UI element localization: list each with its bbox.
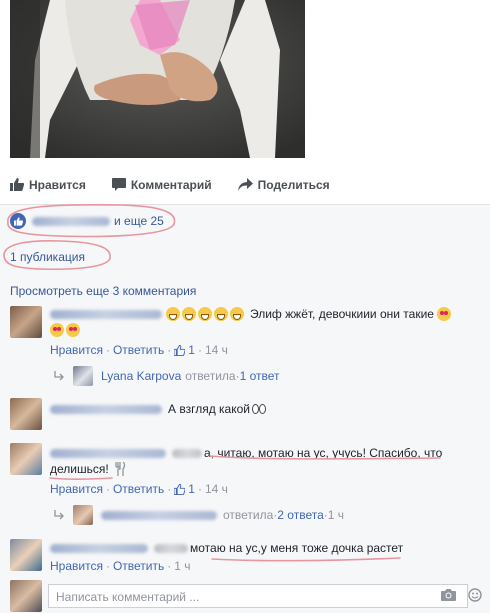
post-action-bar: Нравится Комментарий Поделиться <box>0 165 490 205</box>
commenter-avatar[interactable] <box>10 443 42 475</box>
like-reaction-icon <box>10 213 26 229</box>
post-photo[interactable] <box>10 0 305 158</box>
comment-like-count[interactable]: 1 <box>188 482 195 496</box>
grinning-emoji-icon <box>198 307 212 321</box>
comment-text: мотаю на ус,у меня тоже дочка растет <box>50 541 403 555</box>
comment-text: Элиф жжёт, девочкиии они такие <box>50 307 453 321</box>
comment-reply-link[interactable]: Ответить <box>113 559 164 573</box>
blurred-name <box>50 448 166 458</box>
shares-count-link[interactable]: 1 публикация <box>10 250 85 264</box>
comment-time: 14 ч <box>204 343 228 357</box>
comment-button[interactable]: Комментарий <box>111 177 212 192</box>
grinning-emoji-icon <box>182 307 196 321</box>
view-more-comments-link[interactable]: Просмотреть еще 3 комментария <box>10 284 196 298</box>
comment-meta: Нравится · Ответить · 1 · 14 ч <box>50 482 228 496</box>
replier-avatar[interactable] <box>73 505 93 525</box>
likes-count-text: и еще 25 <box>114 214 164 228</box>
blurred-name <box>50 404 162 414</box>
comment-reply-link[interactable]: Ответить <box>113 482 164 496</box>
thumbs-up-icon <box>174 344 186 356</box>
camera-icon[interactable] <box>441 589 456 601</box>
comment-like-count[interactable]: 1 <box>188 343 195 357</box>
user-avatar[interactable] <box>10 580 42 612</box>
blurred-name <box>50 309 162 319</box>
comment-replies-link[interactable]: Lyana Karpova ответила · 1 ответ <box>54 366 280 386</box>
comment-like-link[interactable]: Нравится <box>50 343 103 357</box>
likes-summary[interactable]: и еще 25 <box>10 212 164 230</box>
heart-eyes-emoji-icon <box>436 307 451 321</box>
comment-text: А взгляд какой <box>50 402 266 416</box>
grinning-emoji-icon <box>166 307 180 321</box>
reply-time: 1 ч <box>327 508 345 522</box>
blurred-name <box>101 510 217 520</box>
sticker-icon[interactable] <box>468 588 482 602</box>
grinning-emoji-icon <box>230 307 244 321</box>
comment-like-link[interactable]: Нравится <box>50 559 103 573</box>
commenter-avatar[interactable] <box>10 539 42 571</box>
comment-input-placeholder: Написать комментарий ... <box>56 590 200 604</box>
commenter-avatar[interactable] <box>10 306 42 338</box>
comment-button-label: Комментарий <box>130 177 212 192</box>
reply-action: ответила <box>185 369 236 383</box>
thumbs-up-icon <box>10 178 24 191</box>
comment-time: 1 ч <box>174 559 191 573</box>
speech-bubble-icon <box>111 178 126 191</box>
share-arrow-icon <box>237 178 253 191</box>
heart-eyes-emoji-icon <box>66 323 80 337</box>
comment-input[interactable]: Написать комментарий ... <box>48 584 468 608</box>
reply-arrow-icon <box>54 371 64 381</box>
replier-name[interactable]: Lyana Karpova <box>101 369 181 383</box>
comment-text-wrap <box>50 323 82 338</box>
comment-text: а, читаю, мотаю на ус, учусь! Спасибо, ч… <box>50 446 442 460</box>
reply-arrow-icon <box>54 510 64 520</box>
commenter-avatar[interactable] <box>10 398 42 430</box>
like-button[interactable]: Нравится <box>10 178 86 192</box>
share-button-label: Поделиться <box>257 177 330 192</box>
eyes-emoji-icon <box>258 404 266 414</box>
blurred-text <box>154 543 188 553</box>
comment-time: 14 ч <box>204 482 228 496</box>
reply-action: ответила <box>223 508 274 522</box>
comment-reply-link[interactable]: Ответить <box>113 343 164 357</box>
blurred-name <box>50 543 148 553</box>
comment-replies-link[interactable]: ответила · 2 ответа · 1 ч <box>54 505 344 525</box>
share-button[interactable]: Поделиться <box>237 177 330 192</box>
replier-avatar[interactable] <box>73 366 93 386</box>
grinning-emoji-icon <box>214 307 228 321</box>
eyes-emoji-icon <box>251 404 259 414</box>
reply-count[interactable]: 2 ответа <box>277 508 323 522</box>
comment-meta: Нравится · Ответить · 1 · 14 ч <box>50 343 228 357</box>
blurred-text <box>172 448 202 458</box>
blurred-name <box>32 216 110 226</box>
comment-meta: Нравится · Ответить · 1 ч <box>50 559 191 573</box>
heart-eyes-emoji-icon <box>50 323 64 337</box>
like-button-label: Нравится <box>29 177 86 192</box>
comment-text-wrap: делишься! <box>50 462 127 476</box>
thumbs-up-icon <box>174 483 186 495</box>
comment-like-link[interactable]: Нравится <box>50 482 103 496</box>
reply-count[interactable]: 1 ответ <box>240 369 280 383</box>
fork-and-knife-icon <box>115 462 125 476</box>
